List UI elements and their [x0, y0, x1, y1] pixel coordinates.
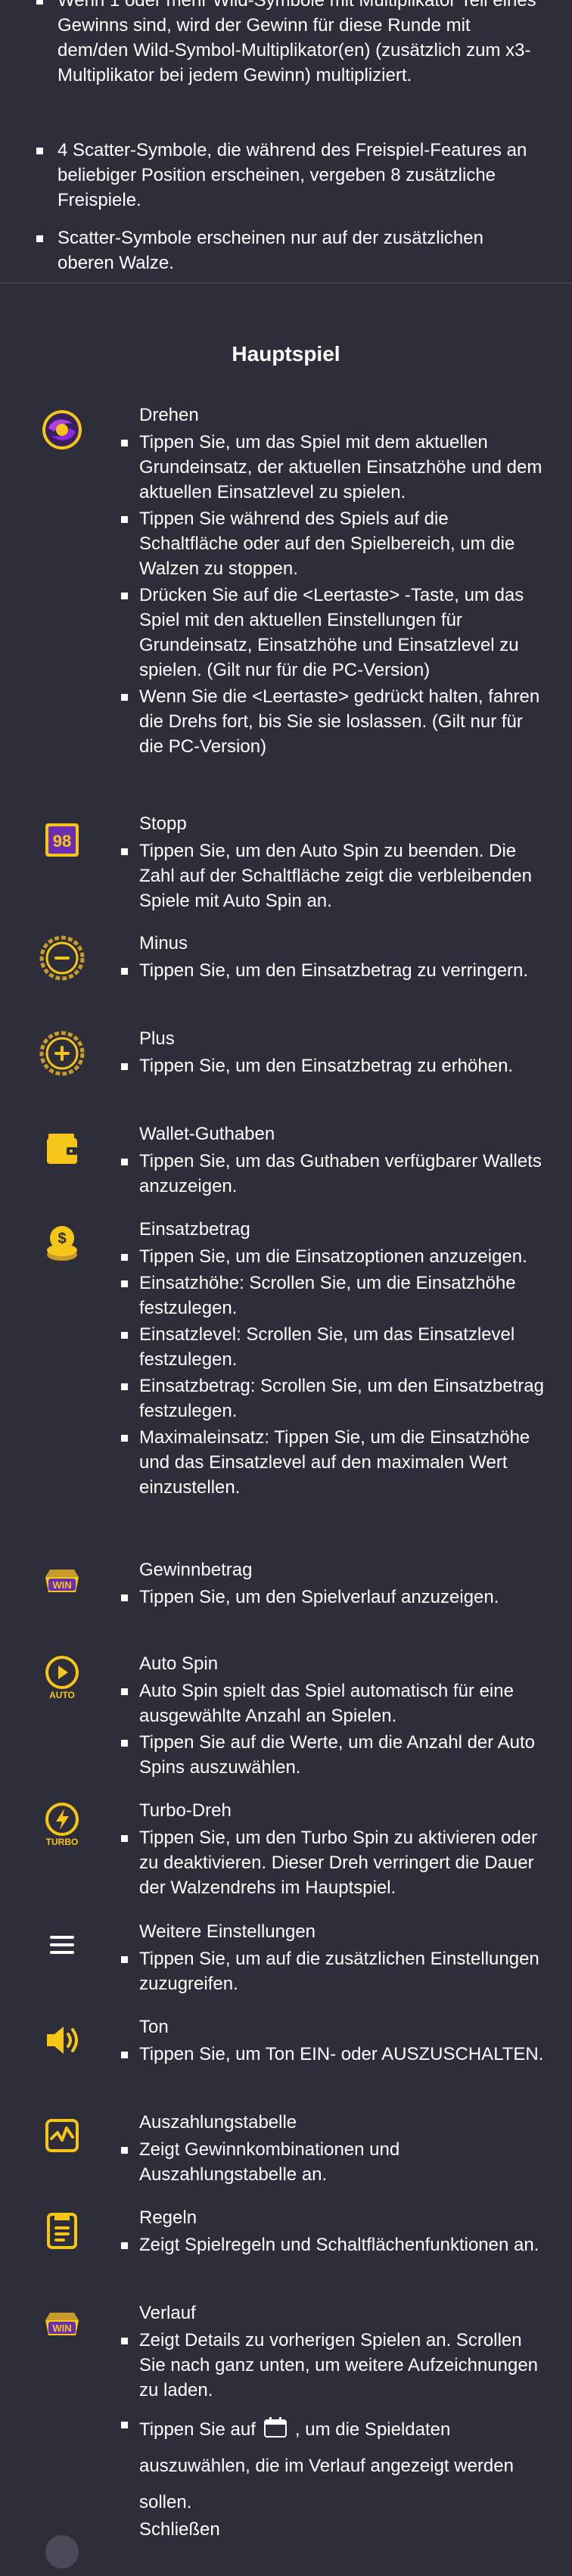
- item-line: Tippen Sie, um Ton EIN- oder AUSZUSCHALT…: [121, 2042, 548, 2067]
- auto-spin-icon: AUTO: [38, 1653, 86, 1701]
- menu-icon: [38, 1921, 86, 1969]
- svg-text:$: $: [58, 1230, 66, 1247]
- item-name: Verlauf: [139, 2303, 196, 2323]
- intro-section: Wenn 1 oder mehr Wild-Symbole mit Multip…: [0, 0, 572, 282]
- minus-icon: [38, 934, 86, 982]
- item-description-list: Zeigt Spielregeln und Schaltflächenfunkt…: [121, 2232, 548, 2259]
- item-line: Zeigt Spielregeln und Schaltflächenfunkt…: [121, 2232, 548, 2257]
- item-description-list: Tippen Sie, um den Turbo Spin zu aktivie…: [121, 1825, 548, 1902]
- wallet-icon: [38, 1125, 86, 1173]
- intro-bullet-wild-multiplier: Wenn 1 oder mehr Wild-Symbole mit Multip…: [36, 0, 542, 88]
- item-description-list: Tippen Sie, um die Einsatzoptionen anzuz…: [121, 1244, 548, 1501]
- coins-icon: $: [38, 1220, 86, 1268]
- win-icon: WIN: [38, 1559, 86, 1607]
- item-line: Einsatzbetrag: Scrollen Sie, um den Eins…: [121, 1374, 548, 1423]
- rules-icon: [38, 2207, 86, 2255]
- history-icon: WIN: [38, 2302, 86, 2350]
- item-line-calendar: Tippen Sie auf, um die Spieldaten auszuw…: [121, 2412, 548, 2521]
- item-line: Tippen Sie auf die Werte, um die Anzahl …: [121, 1730, 548, 1780]
- item-line: Tippen Sie, um den Spielverlauf anzuzeig…: [121, 1585, 548, 1610]
- auto-badge: AUTO: [49, 1690, 75, 1700]
- item-line: Einsatzhöhe: Scrollen Sie, um die Einsat…: [121, 1271, 548, 1321]
- item-description-list: Zeigt Details zu vorherigen Spielen an. …: [121, 2328, 548, 2522]
- item-name: Stopp: [139, 814, 187, 834]
- item-name: Einsatzbetrag: [139, 1219, 250, 1240]
- item-name: Plus: [139, 1028, 175, 1049]
- item-description-list: Tippen Sie, um Ton EIN- oder AUSZUSCHALT…: [121, 2042, 548, 2068]
- sound-icon: [38, 2016, 86, 2064]
- stop-badge: 98: [53, 832, 71, 851]
- plus-icon: [38, 1029, 86, 1078]
- item-line: Drücken Sie auf die <Leertaste> -Taste, …: [121, 583, 548, 683]
- intro-bullet-scatter-freespins: 4 Scatter-Symbole, die während des Freis…: [36, 138, 542, 213]
- section-divider: [0, 282, 572, 284]
- item-description-list: Tippen Sie, um das Spiel mit dem aktuell…: [121, 430, 548, 761]
- item-line: Zeigt Gewinnkombinationen und Auszahlung…: [121, 2137, 548, 2187]
- item-description-list: Tippen Sie, um den Auto Spin zu beenden.…: [121, 838, 548, 915]
- item-description-list: Tippen Sie, um den Einsatzbetrag zu verr…: [121, 958, 548, 985]
- item-line: Auto Spin spielt das Spiel automatisch f…: [121, 1678, 548, 1728]
- spin-icon: [38, 406, 86, 454]
- item-name: Minus: [139, 933, 188, 954]
- section-title: Hauptspiel: [232, 342, 340, 366]
- item-line: Zeigt Details zu vorherigen Spielen an. …: [121, 2328, 548, 2403]
- intro-bullet-scatter-top-reel: Scatter-Symbole erscheinen nur auf der z…: [36, 226, 542, 275]
- item-line: Tippen Sie, um die Einsatzoptionen anzuz…: [121, 1244, 548, 1269]
- item-description-list: Tippen Sie, um auf die zusätzlichen Eins…: [121, 1946, 548, 1998]
- item-name: Auto Spin: [139, 1654, 219, 1674]
- item-line: Tippen Sie, um den Turbo Spin zu aktivie…: [121, 1825, 548, 1900]
- item-line: Tippen Sie während des Spiels auf die Sc…: [121, 506, 548, 581]
- paytable-icon: [38, 2111, 86, 2160]
- item-description-list: Tippen Sie, um das Guthaben verfügbarer …: [121, 1149, 548, 1200]
- item-line: Maximaleinsatz: Tippen Sie, um die Einsa…: [121, 1425, 548, 1500]
- calendar-line-before: Tippen Sie auf: [139, 2419, 256, 2440]
- turbo-badge: TURBO: [46, 1837, 79, 1847]
- stop-icon: 98: [38, 816, 86, 864]
- item-description-list: Tippen Sie, um den Einsatzbetrag zu erhö…: [121, 1053, 548, 1080]
- item-name: Turbo-Dreh: [139, 1800, 232, 1821]
- item-line: Einsatzlevel: Scrollen Sie, um das Einsa…: [121, 1322, 548, 1372]
- close-icon[interactable]: [38, 2528, 86, 2576]
- item-name: Regeln: [139, 2207, 197, 2228]
- item-name: Wallet-Guthaben: [139, 1124, 275, 1144]
- calendar-icon: [263, 2417, 287, 2438]
- item-line: Tippen Sie, um den Auto Spin zu beenden.…: [121, 838, 548, 913]
- item-description-list: Tippen Sie, um den Spielverlauf anzuzeig…: [121, 1585, 548, 1611]
- item-description-list: Auto Spin spielt das Spiel automatisch f…: [121, 1678, 548, 1781]
- turbo-icon: TURBO: [38, 1800, 86, 1848]
- item-name: Drehen: [139, 405, 199, 425]
- item-name: Weitere Einstellungen: [139, 1921, 316, 1942]
- win-badge: WIN: [52, 1579, 71, 1591]
- item-name: Gewinnbetrag: [139, 1560, 253, 1580]
- item-line: Tippen Sie, um den Einsatzbetrag zu erhö…: [121, 1053, 548, 1078]
- item-line: Tippen Sie, um das Guthaben verfügbarer …: [121, 1149, 548, 1199]
- item-line: Tippen Sie, um auf die zusätzlichen Eins…: [121, 1946, 548, 1996]
- history-badge: WIN: [52, 2322, 71, 2334]
- item-description-list: Zeigt Gewinnkombinationen und Auszahlung…: [121, 2137, 548, 2189]
- item-name: Auszahlungstabelle: [139, 2112, 297, 2133]
- item-name: Schließen: [139, 2519, 220, 2540]
- item-name: Ton: [139, 2017, 169, 2037]
- item-line: Wenn Sie die <Leertaste> gedrückt halten…: [121, 684, 548, 759]
- item-line: Tippen Sie, um das Spiel mit dem aktuell…: [121, 430, 548, 505]
- item-line: Tippen Sie, um den Einsatzbetrag zu verr…: [121, 958, 548, 983]
